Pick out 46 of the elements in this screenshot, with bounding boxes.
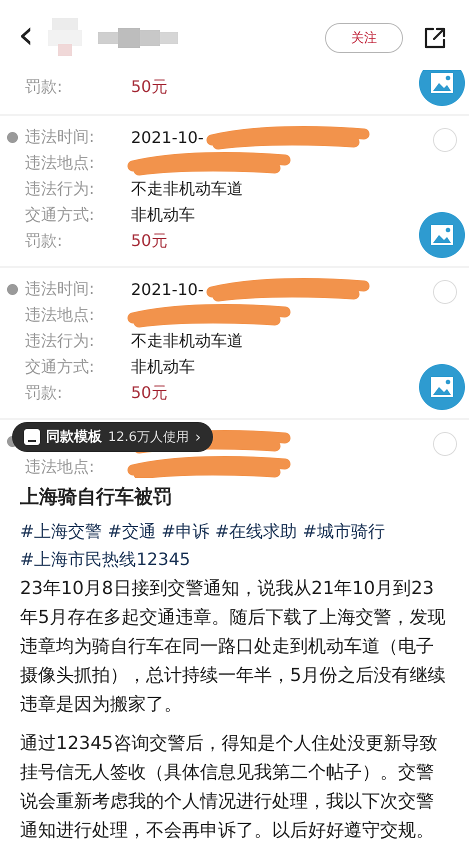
field-value: 2021-10- bbox=[131, 128, 204, 146]
image-icon[interactable] bbox=[419, 364, 465, 410]
post-title: 上海骑自行车被罚 bbox=[20, 485, 173, 510]
status-dot bbox=[7, 284, 18, 295]
field-value: 50元 bbox=[131, 382, 168, 404]
hashtag-link[interactable]: #在线求助 bbox=[214, 522, 298, 542]
status-dot bbox=[7, 132, 18, 143]
hashtag-link[interactable]: #申诉 bbox=[161, 522, 210, 542]
field-label: 交通方式: bbox=[25, 204, 96, 226]
hashtag-link[interactable]: #上海市民热线12345 bbox=[20, 550, 190, 570]
usage-count: 12.6万人使用 bbox=[108, 429, 189, 446]
field-label: 违法时间: bbox=[25, 278, 96, 300]
field-value: 不走非机动车道 bbox=[131, 330, 243, 352]
field-label: 罚款: bbox=[25, 382, 64, 404]
field-value: 不走非机动车道 bbox=[131, 178, 243, 200]
field-label: 违法地点: bbox=[25, 152, 96, 174]
select-radio[interactable] bbox=[433, 432, 457, 456]
select-radio[interactable] bbox=[433, 280, 457, 304]
chevron-icon: › bbox=[194, 428, 201, 446]
field-value: 2021-10- bbox=[131, 280, 204, 298]
field-value: 50元 bbox=[131, 76, 168, 98]
field-label: 违法地点: bbox=[25, 456, 96, 478]
template-badge[interactable]: 同款模板 12.6万人使用 › bbox=[12, 422, 213, 452]
post-paragraph: 通过12345咨询交警后，得知是个人住处没更新导致挂号信无人签收（具体信息见我第二个帖子）。交警说会重新考虑我的个人情况进行处理，我以下次交警通知进行处理，不会再申诉了。以后好好遵守交规。 bbox=[20, 732, 438, 841]
field-label: 罚款: bbox=[25, 76, 64, 98]
field-value: 非机动车 bbox=[131, 204, 195, 226]
field-label: 违法时间: bbox=[25, 126, 96, 148]
back-button[interactable]: ‹ bbox=[12, 15, 40, 61]
field-label: 罚款: bbox=[25, 230, 64, 252]
field-label: 交通方式: bbox=[25, 356, 96, 378]
follow-button[interactable]: 关注 bbox=[325, 23, 403, 53]
hashtag-link[interactable]: #城市骑行 bbox=[302, 522, 385, 542]
field-value: 非机动车 bbox=[131, 356, 195, 378]
field-label: 违法行为: bbox=[25, 330, 96, 352]
template-icon bbox=[24, 429, 40, 445]
post-paragraph: 23年10月8日接到交警通知，说我从21年10月到23年5月存在多起交通违章。随后下载了上海交警，发现违章均为骑自行车在同一路口处走到机动车道（电子摄像头抓拍），总计持续一年半，5月份之后没有继续违章是因为搬家了。 bbox=[20, 577, 446, 717]
image-icon[interactable] bbox=[419, 212, 465, 258]
image-icon[interactable] bbox=[419, 70, 465, 106]
hashtag-link[interactable]: #交通 bbox=[108, 522, 156, 542]
field-label: 违法地点: bbox=[25, 304, 96, 326]
share-icon[interactable] bbox=[423, 26, 447, 50]
field-value: 50元 bbox=[131, 230, 168, 252]
badge-label: 同款模板 bbox=[46, 428, 102, 446]
select-radio[interactable] bbox=[433, 128, 457, 152]
field-label: 违法行为: bbox=[25, 178, 96, 200]
hashtag-link[interactable]: #上海交警 bbox=[20, 522, 102, 542]
